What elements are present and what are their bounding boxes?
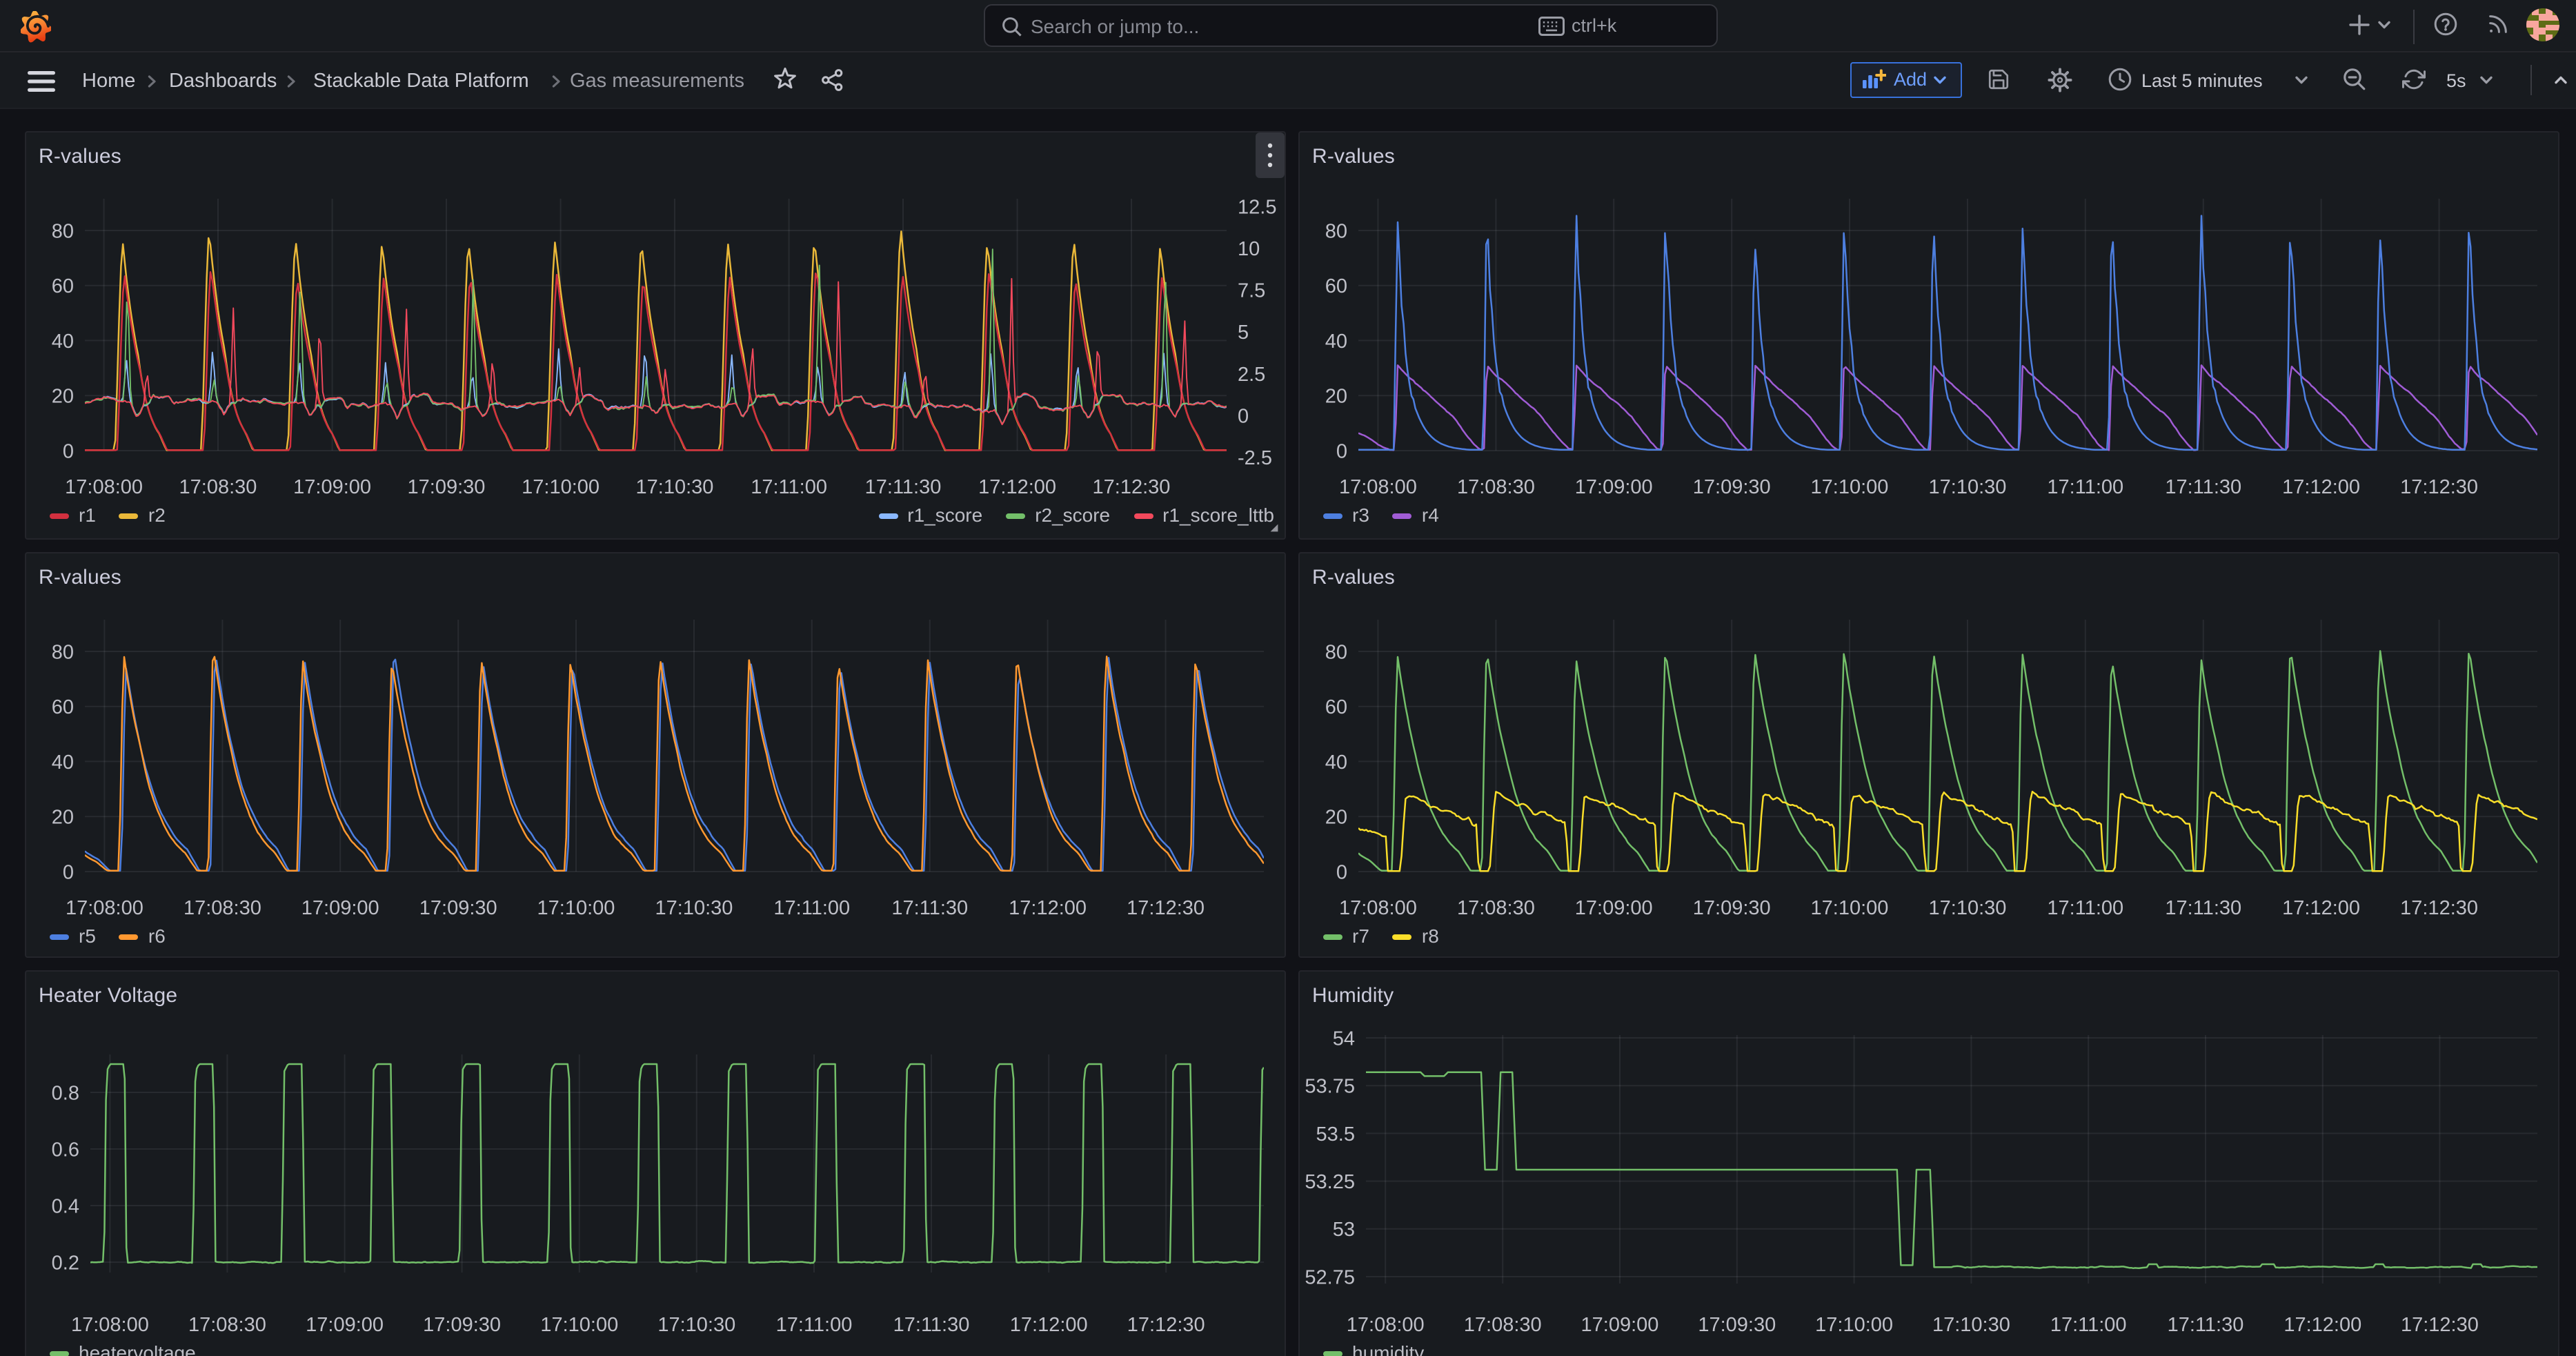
svg-text:17:11:30: 17:11:30 <box>2165 897 2241 919</box>
svg-text:17:10:00: 17:10:00 <box>540 1314 618 1336</box>
svg-text:0.2: 0.2 <box>52 1252 79 1274</box>
svg-text:80: 80 <box>52 220 74 242</box>
svg-text:17:09:00: 17:09:00 <box>306 1314 384 1336</box>
svg-text:17:08:30: 17:08:30 <box>179 476 257 498</box>
svg-text:40: 40 <box>52 331 74 353</box>
svg-text:17:08:00: 17:08:00 <box>71 1314 149 1336</box>
svg-text:17:09:30: 17:09:30 <box>1693 476 1771 498</box>
svg-text:80: 80 <box>1325 641 1347 663</box>
svg-text:80: 80 <box>52 641 74 663</box>
svg-text:80: 80 <box>1325 220 1347 242</box>
svg-text:40: 40 <box>1325 331 1347 353</box>
svg-text:17:11:00: 17:11:00 <box>773 897 850 919</box>
svg-text:17:08:00: 17:08:00 <box>1347 1314 1425 1336</box>
svg-text:60: 60 <box>52 696 74 718</box>
svg-text:17:12:30: 17:12:30 <box>1093 476 1171 498</box>
svg-text:0: 0 <box>1336 861 1347 883</box>
svg-text:53.75: 53.75 <box>1305 1076 1355 1098</box>
svg-text:17:12:00: 17:12:00 <box>2283 1314 2361 1336</box>
svg-text:17:10:30: 17:10:30 <box>657 1314 735 1336</box>
svg-text:40: 40 <box>52 751 74 774</box>
svg-text:17:12:00: 17:12:00 <box>1010 1314 1088 1336</box>
svg-text:52.75: 52.75 <box>1305 1266 1355 1288</box>
svg-text:17:09:00: 17:09:00 <box>1575 897 1653 919</box>
svg-text:17:10:30: 17:10:30 <box>636 476 714 498</box>
svg-text:17:08:00: 17:08:00 <box>65 476 143 498</box>
svg-text:17:11:00: 17:11:00 <box>751 476 827 498</box>
svg-text:60: 60 <box>52 275 74 297</box>
svg-text:17:11:00: 17:11:00 <box>776 1314 853 1336</box>
svg-text:17:12:00: 17:12:00 <box>978 476 1056 498</box>
svg-text:17:12:00: 17:12:00 <box>1009 897 1087 919</box>
svg-text:53: 53 <box>1333 1219 1355 1241</box>
svg-text:17:10:00: 17:10:00 <box>522 476 600 498</box>
svg-text:17:09:30: 17:09:30 <box>1698 1314 1776 1336</box>
svg-text:17:12:30: 17:12:30 <box>1127 897 1205 919</box>
svg-text:17:09:30: 17:09:30 <box>408 476 486 498</box>
svg-text:17:08:30: 17:08:30 <box>1457 476 1535 498</box>
svg-text:-2.5: -2.5 <box>1238 447 1272 469</box>
svg-text:17:10:30: 17:10:30 <box>1932 1314 2010 1336</box>
svg-text:17:11:00: 17:11:00 <box>2050 1314 2127 1336</box>
svg-text:17:08:30: 17:08:30 <box>1457 897 1535 919</box>
svg-text:17:10:00: 17:10:00 <box>1811 897 1889 919</box>
svg-text:12.5: 12.5 <box>1238 196 1276 218</box>
svg-text:17:11:30: 17:11:30 <box>893 1314 970 1336</box>
svg-text:17:12:30: 17:12:30 <box>1127 1314 1205 1336</box>
svg-text:17:11:00: 17:11:00 <box>2047 476 2123 498</box>
svg-text:17:12:30: 17:12:30 <box>2401 1314 2479 1336</box>
svg-text:0.4: 0.4 <box>52 1195 79 1217</box>
svg-text:20: 20 <box>1325 386 1347 408</box>
svg-text:17:09:30: 17:09:30 <box>419 897 497 919</box>
svg-text:17:08:00: 17:08:00 <box>66 897 143 919</box>
svg-text:20: 20 <box>1325 807 1347 829</box>
svg-text:0.8: 0.8 <box>52 1082 79 1104</box>
svg-text:17:11:30: 17:11:30 <box>2165 476 2241 498</box>
svg-text:17:11:30: 17:11:30 <box>891 897 968 919</box>
svg-text:17:09:00: 17:09:00 <box>1581 1314 1659 1336</box>
svg-text:17:10:00: 17:10:00 <box>1811 476 1889 498</box>
svg-text:5: 5 <box>1238 322 1249 344</box>
svg-text:7.5: 7.5 <box>1238 280 1265 302</box>
svg-text:0.6: 0.6 <box>52 1139 79 1161</box>
svg-text:53.5: 53.5 <box>1316 1123 1355 1146</box>
svg-text:17:11:30: 17:11:30 <box>2168 1314 2244 1336</box>
svg-text:60: 60 <box>1325 696 1347 718</box>
svg-text:17:12:00: 17:12:00 <box>2282 897 2360 919</box>
svg-text:17:10:30: 17:10:30 <box>1929 476 2007 498</box>
svg-text:17:08:30: 17:08:30 <box>188 1314 266 1336</box>
svg-text:17:09:00: 17:09:00 <box>301 897 379 919</box>
svg-text:2.5: 2.5 <box>1238 364 1265 386</box>
svg-text:0: 0 <box>1336 440 1347 462</box>
svg-text:0: 0 <box>1238 405 1249 427</box>
svg-text:17:10:30: 17:10:30 <box>655 897 733 919</box>
svg-text:17:09:00: 17:09:00 <box>1575 476 1653 498</box>
svg-text:20: 20 <box>52 386 74 408</box>
svg-text:17:09:30: 17:09:30 <box>1693 897 1771 919</box>
svg-text:17:09:30: 17:09:30 <box>423 1314 501 1336</box>
svg-text:17:10:00: 17:10:00 <box>537 897 615 919</box>
svg-text:17:08:30: 17:08:30 <box>184 897 261 919</box>
svg-text:17:10:30: 17:10:30 <box>1929 897 2007 919</box>
svg-text:17:08:00: 17:08:00 <box>1339 897 1417 919</box>
svg-text:17:11:30: 17:11:30 <box>865 476 942 498</box>
svg-text:17:09:00: 17:09:00 <box>293 476 371 498</box>
svg-text:17:12:30: 17:12:30 <box>2400 897 2478 919</box>
svg-text:17:12:00: 17:12:00 <box>2282 476 2360 498</box>
svg-text:0: 0 <box>63 861 74 883</box>
svg-text:17:10:00: 17:10:00 <box>1815 1314 1893 1336</box>
svg-text:17:12:30: 17:12:30 <box>2400 476 2478 498</box>
svg-text:40: 40 <box>1325 751 1347 774</box>
svg-text:0: 0 <box>63 440 74 462</box>
svg-text:53.25: 53.25 <box>1305 1171 1355 1193</box>
svg-text:17:08:30: 17:08:30 <box>1464 1314 1542 1336</box>
svg-text:10: 10 <box>1238 238 1260 260</box>
svg-text:54: 54 <box>1333 1028 1355 1050</box>
svg-text:17:11:00: 17:11:00 <box>2047 897 2123 919</box>
svg-text:17:08:00: 17:08:00 <box>1339 476 1417 498</box>
svg-text:20: 20 <box>52 807 74 829</box>
svg-text:60: 60 <box>1325 275 1347 297</box>
